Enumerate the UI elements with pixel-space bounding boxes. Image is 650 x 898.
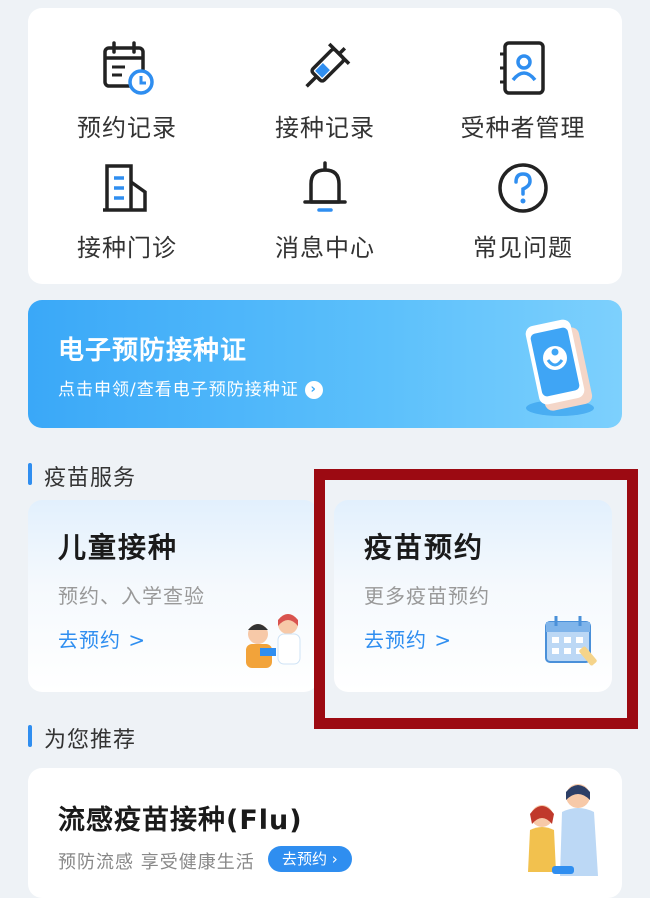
- quick-action-faq[interactable]: 常见问题: [424, 158, 622, 263]
- child-vaccination-card[interactable]: 儿童接种 预约、入学查验 去预约 >: [28, 500, 318, 692]
- quick-action-appointment-records[interactable]: 预约记录: [28, 38, 226, 143]
- calendar-clock-icon: [103, 41, 154, 95]
- contact-book-icon: [500, 41, 545, 95]
- building-icon: [103, 164, 147, 212]
- quick-action-label: 接种记录: [275, 114, 375, 142]
- chevron-right-icon: ›: [304, 381, 323, 399]
- quick-action-message-center[interactable]: 消息中心: [226, 158, 424, 263]
- quick-action-recipient-management[interactable]: 受种者管理: [424, 38, 622, 143]
- card-description: 预约、入学查验: [58, 584, 205, 608]
- quick-action-label: 接种门诊: [77, 234, 177, 262]
- e-vaccination-certificate-banner[interactable]: 电子预防接种证 点击申领/查看电子预防接种证 ›: [28, 300, 622, 428]
- card-description: 预防流感 享受健康生活: [58, 852, 255, 873]
- question-circle-icon: [498, 163, 548, 213]
- book-button[interactable]: 去预约 ›: [268, 846, 352, 872]
- vaccine-services-heading: 疫苗服务: [28, 460, 136, 492]
- phone-certificate-icon: [525, 319, 594, 416]
- quick-action-clinic[interactable]: 接种门诊: [28, 158, 226, 263]
- banner-subtitle-text: 点击申领/查看电子预防接种证: [58, 380, 299, 400]
- quick-action-label: 消息中心: [275, 234, 375, 262]
- card-title: 儿童接种: [58, 531, 179, 564]
- bell-icon: [303, 161, 347, 212]
- quick-action-label: 预约记录: [77, 114, 177, 142]
- quick-action-label: 常见问题: [473, 234, 573, 262]
- quick-action-label: 受种者管理: [460, 114, 586, 142]
- banner-title: 电子预防接种证: [58, 336, 248, 366]
- flu-vaccine-card[interactable]: 流感疫苗接种(Flu) 预防流感 享受健康生活 去预约 ›: [28, 768, 622, 898]
- doctor-child-illustration: [246, 614, 301, 668]
- quick-actions-card: 预约记录 接种记录 受种者管理 接种门诊 消息中心 常见问题: [28, 8, 622, 284]
- quick-action-vaccination-records[interactable]: 接种记录: [226, 38, 424, 143]
- highlight-annotation-box: [314, 469, 638, 729]
- book-link[interactable]: 去预约 >: [58, 624, 146, 653]
- syringe-icon: [305, 42, 351, 88]
- banner-subtitle: 点击申领/查看电子预防接种证 ›: [58, 375, 323, 400]
- nurse-child-illustration: [528, 784, 598, 876]
- recommendations-heading: 为您推荐: [28, 722, 136, 754]
- card-title: 流感疫苗接种(Flu): [58, 805, 303, 836]
